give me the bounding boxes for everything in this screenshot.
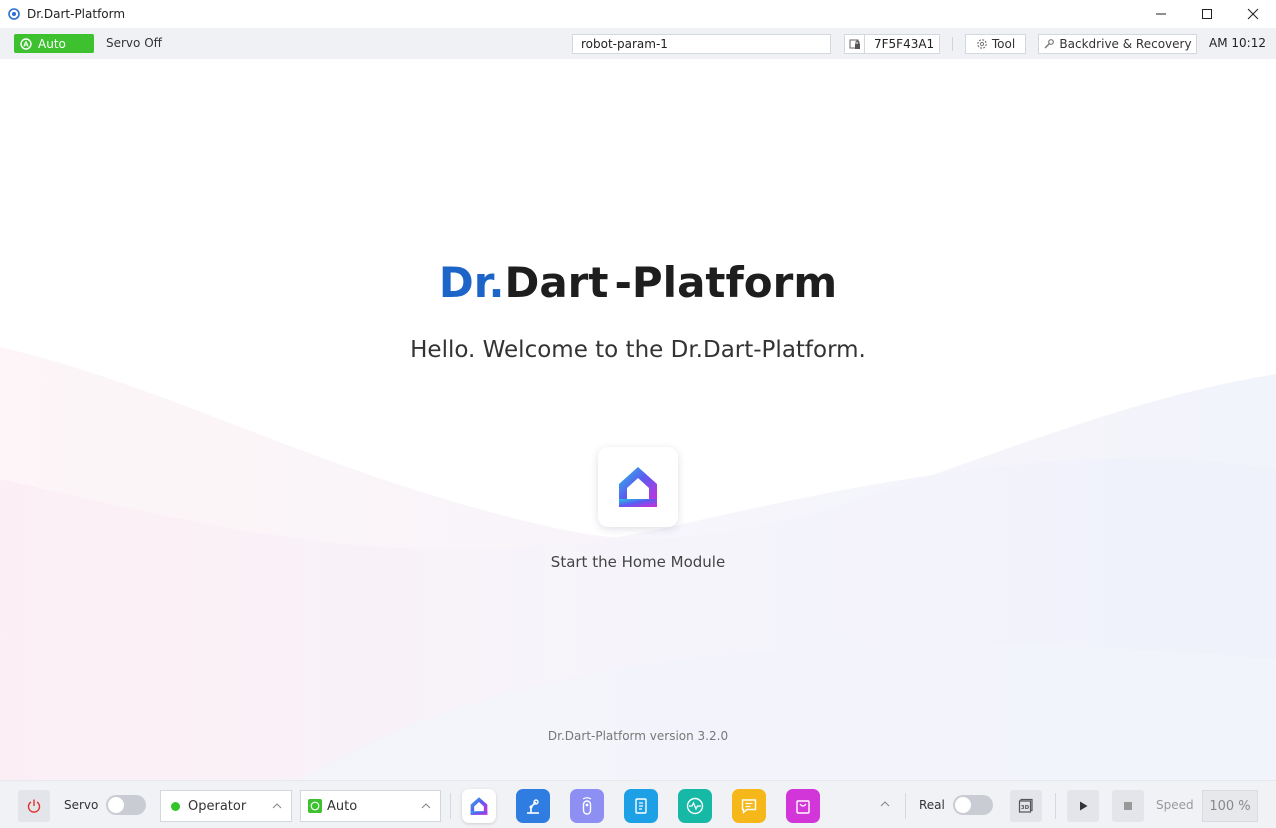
auto-mode-icon xyxy=(308,799,322,813)
window-title: Dr.Dart-Platform xyxy=(27,7,126,21)
dock-expand-chevron-icon[interactable] xyxy=(878,798,892,810)
task-list-icon xyxy=(635,798,647,814)
tool-label: Tool xyxy=(991,37,1016,51)
lock-icon xyxy=(849,39,860,49)
clock: AM 10:12 xyxy=(1209,36,1266,50)
gear-icon xyxy=(977,39,987,49)
robot-arm-icon xyxy=(527,799,539,814)
close-button[interactable] xyxy=(1230,0,1276,28)
monitor-wave-icon xyxy=(686,797,704,815)
bottom-bar: Servo Operator Auto Real 3D Speed 100 % xyxy=(0,780,1276,828)
3d-view-icon: 3D xyxy=(1018,798,1033,813)
background-waves xyxy=(0,347,1276,780)
status-bar: A Auto Servo Off robot-param-1 7F5F43A1 … xyxy=(0,28,1276,59)
svg-text:3D: 3D xyxy=(1021,805,1030,811)
store-bag-icon xyxy=(796,800,810,814)
dock-store-button[interactable] xyxy=(786,789,820,823)
dock-notes-button[interactable] xyxy=(732,789,766,823)
real-toggle[interactable] xyxy=(953,795,993,815)
version-text: Dr.Dart-Platform version 3.2.0 xyxy=(547,729,729,743)
power-icon xyxy=(27,799,41,813)
divider xyxy=(1055,793,1056,819)
tool-button[interactable]: Tool xyxy=(965,34,1026,54)
home-module-button[interactable] xyxy=(598,447,678,527)
home-icon xyxy=(470,797,488,815)
mode-badge-label: Auto xyxy=(38,36,66,51)
chevron-up-icon xyxy=(421,803,431,809)
dock-monitor-button[interactable] xyxy=(678,789,712,823)
wrench-icon xyxy=(1044,39,1055,49)
speed-label: Speed xyxy=(1156,798,1194,812)
logo-platform: -Platform xyxy=(614,258,838,307)
user-role-dropdown[interactable]: Operator xyxy=(160,790,292,822)
product-logo: Dr.Dart -Platform xyxy=(0,258,1276,307)
title-bar: Dr.Dart-Platform xyxy=(0,0,1276,28)
play-icon xyxy=(1080,801,1088,811)
dock-home-button[interactable] xyxy=(462,789,496,823)
maximize-button[interactable] xyxy=(1184,0,1230,28)
user-role-value: Operator xyxy=(188,798,247,814)
robot-param-field[interactable]: robot-param-1 xyxy=(572,34,831,54)
minimize-button[interactable] xyxy=(1138,0,1184,28)
stop-icon xyxy=(1124,802,1132,810)
divider xyxy=(952,37,953,51)
divider xyxy=(450,793,451,819)
serial-number: 7F5F43A1 xyxy=(874,37,935,51)
divider xyxy=(905,793,906,819)
lock-icon-cell xyxy=(845,35,865,53)
toggle-knob xyxy=(955,797,971,813)
dock-robot-arm-button[interactable] xyxy=(516,789,550,823)
mode-badge: A Auto xyxy=(14,34,94,53)
remote-icon xyxy=(582,797,592,815)
mode-dropdown[interactable]: Auto xyxy=(300,790,441,822)
window-controls xyxy=(1138,0,1276,28)
app-logo-icon xyxy=(8,8,20,20)
close-icon xyxy=(1247,8,1259,20)
home-icon xyxy=(619,467,657,507)
maximize-icon xyxy=(1202,9,1212,19)
serial-box[interactable]: 7F5F43A1 xyxy=(844,34,940,54)
dock-remote-button[interactable] xyxy=(570,789,604,823)
servo-label: Servo xyxy=(64,798,99,812)
welcome-message: Hello. Welcome to the Dr.Dart-Platform. xyxy=(410,337,866,363)
backdrive-recovery-button[interactable]: Backdrive & Recovery xyxy=(1038,34,1197,54)
servo-toggle[interactable] xyxy=(106,795,146,815)
mode-value: Auto xyxy=(327,798,358,814)
real-label: Real xyxy=(919,798,945,812)
servo-status: Servo Off xyxy=(106,36,162,50)
logo-dart: Dart xyxy=(504,258,609,307)
toggle-knob xyxy=(108,797,124,813)
power-button[interactable] xyxy=(18,790,50,822)
chevron-up-icon xyxy=(272,803,282,809)
status-dot xyxy=(171,801,180,811)
logo-dr: Dr. xyxy=(438,258,505,307)
svg-text:A: A xyxy=(23,40,29,48)
dock-task-button[interactable] xyxy=(624,789,658,823)
home-module-label: Start the Home Module xyxy=(550,553,726,571)
notes-icon xyxy=(741,799,757,815)
auto-mode-icon: A xyxy=(20,37,32,50)
backdrive-label: Backdrive & Recovery xyxy=(1059,37,1192,51)
3d-view-button[interactable]: 3D xyxy=(1010,790,1042,822)
speed-value[interactable]: 100 % xyxy=(1202,790,1258,822)
stop-button[interactable] xyxy=(1112,790,1144,822)
minimize-icon xyxy=(1156,13,1166,15)
main-content: Dr.Dart -Platform Hello. Welcome to the D… xyxy=(0,59,1276,780)
play-button[interactable] xyxy=(1067,790,1099,822)
